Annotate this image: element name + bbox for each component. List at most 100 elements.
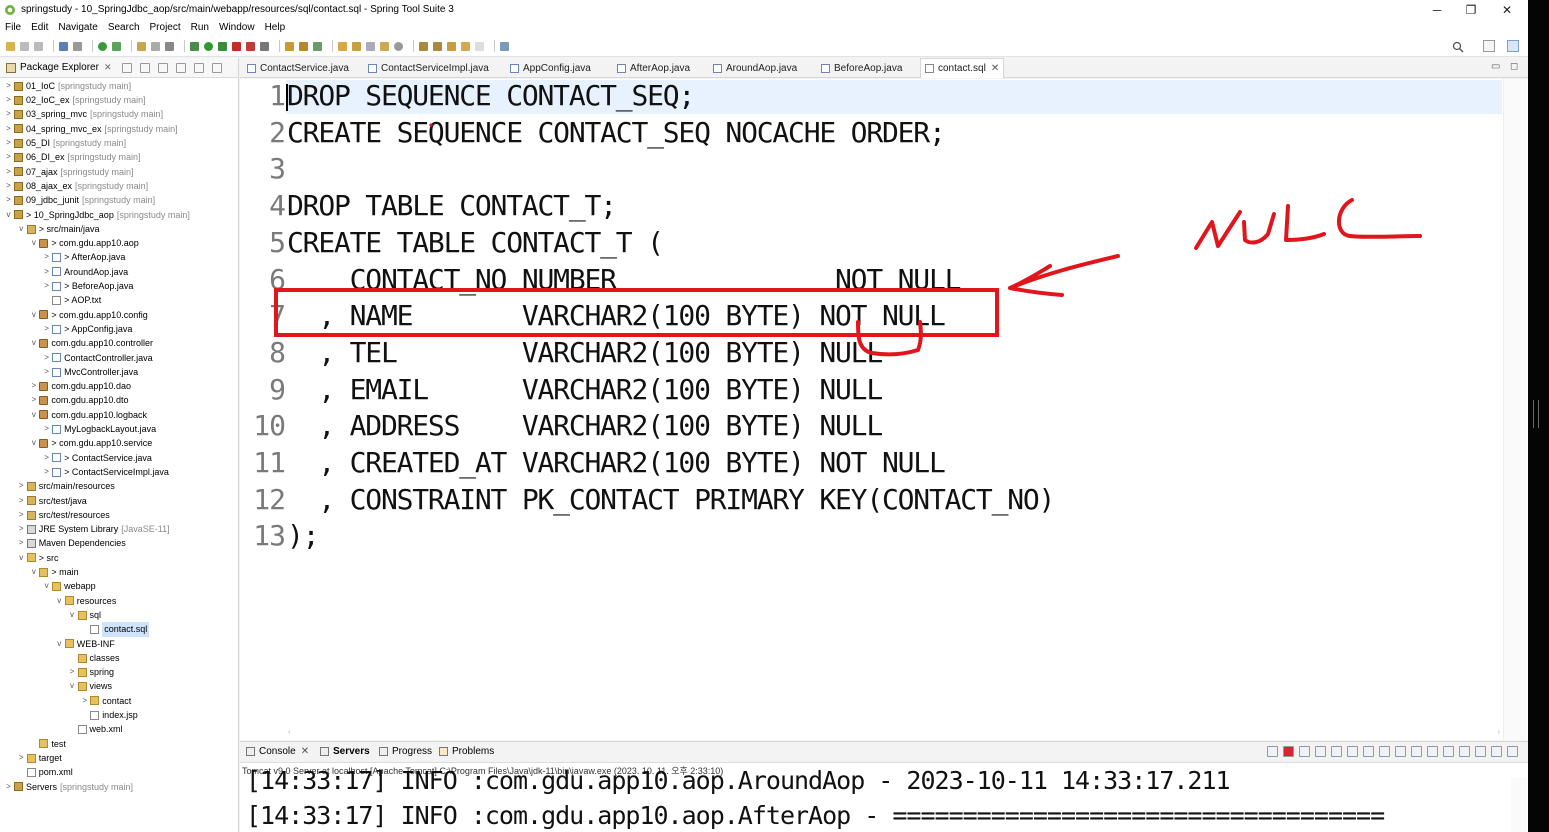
chevron-right-icon[interactable]: > bbox=[42, 250, 51, 264]
tree-item[interactable]: v sql bbox=[68, 608, 101, 622]
tree-item[interactable]: v > main bbox=[29, 565, 79, 579]
tree-item[interactable]: > Servers [springstudy main] bbox=[4, 780, 133, 794]
close-button[interactable]: ✕ bbox=[1490, 0, 1524, 19]
tree-item[interactable]: > > BeforeAop.java bbox=[42, 279, 133, 293]
tree-item[interactable]: > spring bbox=[68, 665, 114, 679]
terminate-icon[interactable] bbox=[1283, 746, 1294, 757]
search-icon[interactable] bbox=[1452, 40, 1464, 53]
chevron-right-icon[interactable]: > bbox=[4, 193, 13, 207]
chevron-right-icon[interactable]: > bbox=[17, 522, 26, 536]
code-line[interactable]: , NAME VARCHAR2(100 BYTE) NOT NULL bbox=[287, 299, 946, 333]
terminal-icon[interactable] bbox=[59, 41, 68, 51]
menu-run[interactable]: Run bbox=[191, 22, 209, 33]
tree-item[interactable]: web.xml bbox=[68, 723, 123, 737]
chevron-right-icon[interactable]: > bbox=[80, 694, 89, 708]
edit-icon[interactable] bbox=[366, 41, 375, 51]
pin-console-icon[interactable] bbox=[1411, 746, 1422, 757]
code-line[interactable]: CONTACT_NO NUMBER NOT NULL bbox=[287, 263, 962, 297]
tab-afteraop-java[interactable]: AfterAop.java bbox=[613, 58, 690, 78]
last-edit-icon[interactable] bbox=[447, 41, 456, 51]
focus-icon[interactable] bbox=[158, 63, 168, 73]
tree-item[interactable]: >04_spring_mvc_ex [springstudy main] bbox=[4, 122, 177, 136]
tree-item[interactable]: > src/test/java bbox=[17, 494, 87, 508]
tree-item[interactable]: >06_DI_ex [springstudy main] bbox=[4, 150, 140, 165]
tree-item[interactable]: > Maven Dependencies bbox=[17, 537, 126, 551]
chevron-down-icon[interactable]: v bbox=[29, 308, 38, 322]
minimize-editor-icon[interactable]: ▭ bbox=[1491, 61, 1500, 72]
open-project-icon[interactable] bbox=[352, 41, 361, 51]
tree-item[interactable]: > MyLogbackLayout.java bbox=[42, 422, 156, 436]
tab-progress[interactable]: Progress bbox=[379, 746, 432, 757]
tree-item[interactable]: >01_IoC [springstudy main] bbox=[4, 79, 131, 93]
chevron-right-icon[interactable]: > bbox=[4, 150, 13, 164]
tree-item[interactable]: contact.sql bbox=[80, 622, 150, 637]
tree-item[interactable]: > MvcController.java bbox=[42, 365, 138, 379]
tab-console[interactable]: Console ✕ bbox=[246, 746, 309, 757]
forward-icon[interactable] bbox=[475, 41, 484, 51]
chevron-right-icon[interactable]: > bbox=[4, 107, 13, 121]
open-type-icon[interactable] bbox=[137, 41, 146, 51]
menu-edit[interactable]: Edit bbox=[31, 22, 48, 33]
open-console-icon[interactable] bbox=[1443, 746, 1454, 757]
display-console-icon[interactable] bbox=[1427, 746, 1438, 757]
coverage-icon[interactable] bbox=[218, 41, 227, 51]
relaunch-icon[interactable] bbox=[1267, 746, 1278, 757]
refresh-icon[interactable] bbox=[112, 41, 121, 51]
menu-help[interactable]: Help bbox=[265, 22, 286, 33]
tab-beforeaop-java[interactable]: BeforeAop.java bbox=[817, 58, 902, 78]
sql-editor[interactable]: 1 DROP SEQUENCE CONTACT_SEQ; 2 CREATE SEQUE… bbox=[240, 79, 1528, 740]
code-line[interactable]: CREATE TABLE CONTACT_T ( bbox=[287, 226, 664, 260]
server-icon[interactable] bbox=[246, 41, 255, 51]
tree-item[interactable]: > JRE System Library [JavaSE-11] bbox=[17, 522, 170, 536]
new-icon[interactable] bbox=[6, 41, 15, 51]
chevron-down-icon[interactable]: v bbox=[68, 679, 77, 693]
word-wrap-icon[interactable] bbox=[1363, 746, 1374, 757]
maximize-view-icon[interactable] bbox=[212, 63, 222, 73]
chevron-down-icon[interactable]: v bbox=[4, 208, 13, 222]
debug-icon[interactable] bbox=[190, 41, 199, 51]
chevron-right-icon[interactable]: > bbox=[42, 465, 51, 479]
minimize-button[interactable]: ─ bbox=[1420, 0, 1454, 19]
tree-item[interactable]: index.jsp bbox=[80, 708, 138, 722]
open-perspective-icon[interactable] bbox=[1483, 40, 1495, 52]
package-explorer-close[interactable]: ✕ bbox=[104, 62, 112, 73]
chevron-right-icon[interactable]: > bbox=[4, 780, 13, 794]
save-all-icon[interactable] bbox=[34, 41, 43, 51]
console-scrollbar[interactable] bbox=[1511, 778, 1527, 832]
chevron-right-icon[interactable]: > bbox=[29, 393, 38, 407]
package-explorer-title[interactable]: Package Explorer bbox=[20, 62, 99, 73]
chevron-down-icon[interactable]: v bbox=[42, 579, 51, 593]
previous-annotation-icon[interactable] bbox=[433, 41, 442, 51]
resize-handle-icon[interactable] bbox=[1533, 400, 1539, 428]
chevron-right-icon[interactable]: > bbox=[42, 365, 51, 379]
menu-search[interactable]: Search bbox=[108, 22, 140, 33]
gear-icon[interactable] bbox=[1475, 746, 1486, 757]
tab-close-icon[interactable]: ✕ bbox=[991, 63, 999, 74]
show-on-stderr-icon[interactable] bbox=[1395, 746, 1406, 757]
build-icon[interactable] bbox=[285, 41, 294, 51]
tree-item[interactable]: v > src/main/java bbox=[17, 222, 99, 236]
next-annotation-icon[interactable] bbox=[419, 41, 428, 51]
save-icon[interactable] bbox=[20, 41, 29, 51]
code-line[interactable]: , CREATED_AT VARCHAR2(100 BYTE) NOT NULL bbox=[287, 446, 946, 480]
maximize-view-icon[interactable] bbox=[1507, 746, 1518, 757]
code-line[interactable]: , TEL VARCHAR2(100 BYTE) NULL bbox=[287, 336, 883, 370]
globe-icon[interactable] bbox=[394, 41, 403, 51]
tree-item[interactable]: > > ContactService.java bbox=[42, 451, 152, 465]
tree-item[interactable]: >03_spring_mvc [springstudy main] bbox=[4, 108, 163, 122]
tree-item[interactable]: v > src bbox=[17, 551, 58, 565]
stop-icon[interactable] bbox=[232, 41, 241, 51]
tree-item[interactable]: test bbox=[29, 737, 66, 751]
code-line[interactable]: , ADDRESS VARCHAR2(100 BYTE) NULL bbox=[287, 409, 883, 443]
tree-item[interactable]: > AroundAop.java bbox=[42, 265, 128, 279]
tree-item[interactable]: v resources bbox=[55, 594, 116, 608]
tree-item[interactable]: > > AppConfig.java bbox=[42, 322, 132, 336]
java-ee-perspective-icon[interactable] bbox=[1507, 40, 1519, 52]
chevron-down-icon[interactable]: v bbox=[29, 236, 38, 250]
chevron-down-icon[interactable]: v bbox=[29, 408, 38, 422]
tree-item[interactable]: >09_jdbc_junit [springstudy main] bbox=[4, 193, 155, 207]
tree-item[interactable]: > com.gdu.app10.dao bbox=[29, 379, 131, 393]
chevron-right-icon[interactable]: > bbox=[42, 451, 51, 465]
chevron-down-icon[interactable]: v bbox=[29, 565, 38, 579]
tree-item[interactable]: v > 10_SpringJdbc_aop [springstudy main] bbox=[4, 208, 190, 222]
